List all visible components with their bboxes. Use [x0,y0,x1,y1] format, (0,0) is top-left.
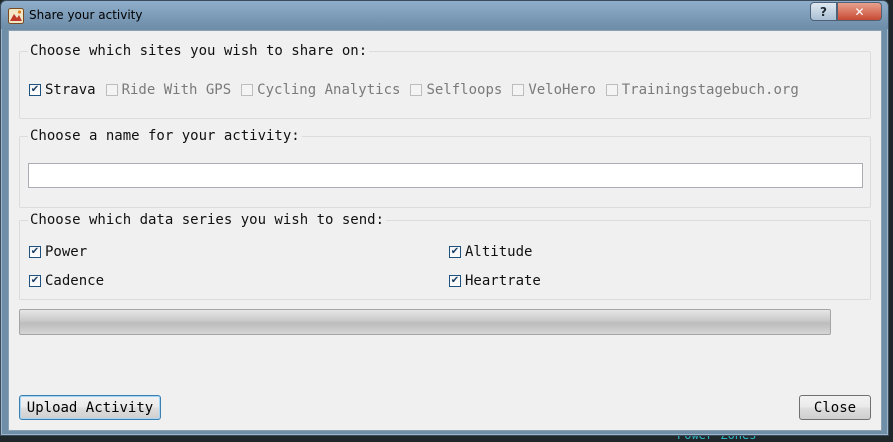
series-checkbox-altitude[interactable]: ✔ Altitude [449,244,542,260]
close-icon: ✕ [854,4,865,19]
site-label: Ride With GPS [121,82,232,98]
checkbox-checked-icon[interactable]: ✔ [449,246,461,258]
site-label: Cycling Analytics [257,82,401,98]
checkbox-checked-icon[interactable]: ✔ [29,84,41,96]
checkbox-checked-icon[interactable]: ✔ [449,275,461,287]
app-icon [8,8,24,24]
name-group-title: Choose a name for your activity: [28,128,302,144]
title-bar[interactable]: Share your activity ? ✕ [1,1,888,29]
data-series-group-title: Choose which data series you wish to sen… [28,212,387,228]
checkbox-checked-icon[interactable]: ✔ [29,275,41,287]
checkbox-unchecked-icon [410,84,423,96]
site-label: Selfloops [426,82,503,98]
dialog-client-area: Choose which sites you wish to share on:… [8,30,882,431]
help-icon: ? [820,4,827,19]
series-label-power: Power [45,244,88,260]
series-label-cadence: Cadence [45,273,105,289]
activity-name-input[interactable] [28,163,863,188]
series-label-altitude: Altitude [465,244,533,260]
window-close-button[interactable]: ✕ [837,2,882,21]
help-button[interactable]: ? [810,2,837,21]
series-checkbox-power[interactable]: ✔ Power [29,244,97,260]
site-label: VeloHero [528,82,596,98]
data-series-group [19,220,871,300]
site-label: Trainingstagebuch.org [621,82,799,98]
checkbox-checked-icon[interactable]: ✔ [29,246,41,258]
checkbox-unchecked-icon [241,84,254,96]
checkbox-unchecked-icon [512,84,525,96]
site-label: Strava [45,82,96,98]
sites-checkbox-row: ✔ Strava Ride With GPS Cycling Analytics Sel… [29,82,809,98]
series-label-heartrate: Heartrate [465,273,541,289]
series-checkbox-heartrate[interactable]: ✔ Heartrate [449,273,551,289]
window-title: Share your activity [29,8,143,22]
upload-progress-bar [19,309,831,335]
checkbox-unchecked-icon [605,84,618,96]
checkbox-unchecked-icon [105,84,118,96]
upload-activity-button[interactable]: Upload Activity [19,395,161,420]
close-button[interactable]: Close [799,395,871,420]
share-activity-dialog: Share your activity ? ✕ Choose which sit… [0,0,889,436]
series-checkbox-cadence[interactable]: ✔ Cadence [29,273,114,289]
sites-group-title: Choose which sites you wish to share on: [28,43,370,59]
